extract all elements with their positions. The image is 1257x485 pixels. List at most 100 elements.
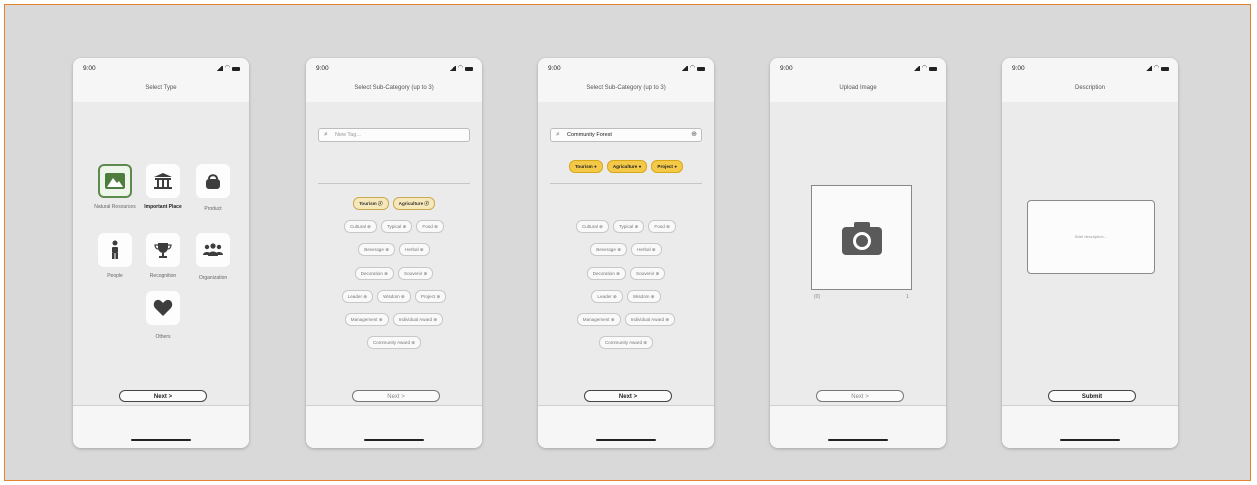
tag-label: Tourism [574, 164, 593, 169]
next-button[interactable]: Next > [119, 390, 207, 402]
tag-chip-selected[interactable]: Agriculture ⓧ [392, 197, 436, 210]
category-recognition[interactable] [146, 233, 180, 267]
canvas-frame: 9:00 ◠ Select Type Natural Resources Imp… [4, 4, 1251, 481]
battery-icon [232, 67, 240, 71]
status-time: 9:00 [316, 65, 329, 72]
tag-chip[interactable]: Souvenir ⊕ [398, 267, 434, 280]
category-product[interactable] [196, 164, 230, 198]
tag-chip[interactable]: Wisdom ⊕ [626, 290, 661, 303]
status-bar: 9:00 ◠ [1002, 58, 1178, 80]
tag-chip-selected[interactable]: Agriculture ● [606, 160, 648, 173]
tag-chip[interactable]: Management ⊕ [344, 313, 389, 326]
signal-icon [448, 66, 456, 71]
tag-label: Herbal [405, 247, 419, 252]
status-time: 9:00 [548, 65, 561, 72]
home-indicator [828, 439, 888, 441]
wifi-icon: ◠ [1153, 65, 1159, 71]
tag-label: Typical [618, 224, 634, 229]
tag-chip[interactable]: Herbal ⊕ [631, 243, 662, 256]
category-others[interactable] [146, 291, 180, 325]
category-natural-resources[interactable] [98, 164, 132, 198]
person-icon [112, 240, 118, 259]
category-important-place[interactable] [146, 164, 180, 198]
tag-label: Wisdom [632, 294, 650, 299]
tag-chip[interactable]: Food ⊕ [648, 220, 677, 233]
tag-chip[interactable]: Typical ⊕ [380, 220, 413, 233]
tag-chip[interactable]: Typical ⊕ [612, 220, 645, 233]
camera-icon [842, 222, 882, 255]
next-button[interactable]: Next > [584, 390, 672, 402]
wifi-icon: ◠ [224, 65, 230, 71]
search-icon: ⌕ [324, 131, 328, 138]
tag-chip[interactable]: Leader ⊕ [591, 290, 623, 303]
screen-title: Description [1002, 80, 1178, 102]
tag-chip[interactable]: Wisdom ⊕ [377, 290, 411, 303]
signal-icon [680, 66, 688, 71]
tag-label: Leader [347, 294, 362, 299]
trophy-icon [154, 243, 172, 258]
tag-chip[interactable]: Cultural ⊕ [343, 220, 377, 233]
tag-chip[interactable]: Leader ⊕ [341, 290, 374, 303]
tag-chip[interactable]: Project ⊕ [414, 290, 447, 303]
phone-upload-image: 9:00 ◠ Upload Image (0) 1 Next > [770, 58, 946, 448]
bottom-bar [306, 405, 482, 448]
signal-icon [215, 66, 223, 71]
home-indicator [1060, 439, 1120, 441]
next-button[interactable]: Next > [816, 390, 904, 402]
tag-chip[interactable]: Cultural ⊕ [575, 220, 609, 233]
search-placeholder: New Tag... [335, 132, 361, 138]
category-organization[interactable] [196, 233, 230, 267]
status-time: 9:00 [780, 65, 793, 72]
tag-chip-selected[interactable]: Tourism ⓧ [352, 197, 389, 210]
divider [550, 183, 702, 184]
tag-label: Management [582, 317, 610, 322]
signal-icon [1144, 66, 1152, 71]
tag-chip[interactable]: Individual Award ⊕ [392, 313, 444, 326]
tag-chip[interactable]: Souvenir ⊕ [630, 267, 666, 280]
tag-chip[interactable]: Management ⊕ [576, 313, 621, 326]
image-index: 1 [906, 294, 909, 300]
tag-chip[interactable]: Individual Award ⊕ [624, 313, 676, 326]
description-textarea[interactable]: Brief description... [1027, 200, 1155, 274]
tag-chip[interactable]: Community Award ⊕ [598, 336, 654, 349]
heart-icon [153, 299, 173, 316]
search-value: Community Forest [567, 132, 612, 138]
status-bar: 9:00 ◠ [73, 58, 249, 80]
tag-label: Cultural [349, 224, 366, 229]
tag-chip-selected[interactable]: Project ● [651, 160, 684, 173]
status-icons: ◠ [912, 65, 937, 71]
tag-chip[interactable]: Herbal ⊕ [399, 243, 430, 256]
new-tag-input[interactable]: ⌕ Community Forest ⊕ [550, 128, 702, 142]
image-upload-area[interactable] [811, 185, 912, 290]
status-icons: ◠ [448, 65, 473, 71]
screen-title: Select Type [73, 80, 249, 102]
tag-label: Decoration [360, 271, 383, 276]
tag-label: Individual Award [398, 317, 433, 322]
submit-button[interactable]: Submit [1048, 390, 1136, 402]
status-icons: ◠ [680, 65, 705, 71]
tag-chip[interactable]: Beverage ⊕ [358, 243, 396, 256]
tag-chip[interactable]: Decoration ⊕ [354, 267, 395, 280]
tag-chip[interactable]: Community Award ⊕ [366, 336, 422, 349]
screen-title: Select Sub-Category (up to 3) [538, 80, 714, 102]
tag-label: Agriculture [398, 201, 424, 206]
add-tag-icon[interactable]: ⊕ [691, 129, 697, 141]
tag-label: Beverage [364, 247, 384, 252]
tag-chip[interactable]: Decoration ⊕ [586, 267, 627, 280]
tag-chip[interactable]: Beverage ⊕ [590, 243, 628, 256]
tag-chip[interactable]: Food ⊕ [416, 220, 445, 233]
tag-label: Typical [386, 224, 402, 229]
bottom-bar [73, 405, 249, 448]
search-icon: ⌕ [556, 131, 560, 138]
bottom-bar [538, 405, 714, 448]
new-tag-input[interactable]: ⌕ New Tag... [318, 128, 470, 142]
category-people[interactable] [98, 233, 132, 267]
next-button[interactable]: Next > [352, 390, 440, 402]
mountain-icon [105, 173, 125, 189]
tag-chip-selected[interactable]: Tourism ● [568, 160, 603, 173]
image-count: (0) [814, 294, 821, 300]
status-time: 9:00 [83, 65, 96, 72]
tag-label: Project [657, 164, 673, 169]
home-indicator [596, 439, 656, 441]
signal-icon [912, 66, 920, 71]
